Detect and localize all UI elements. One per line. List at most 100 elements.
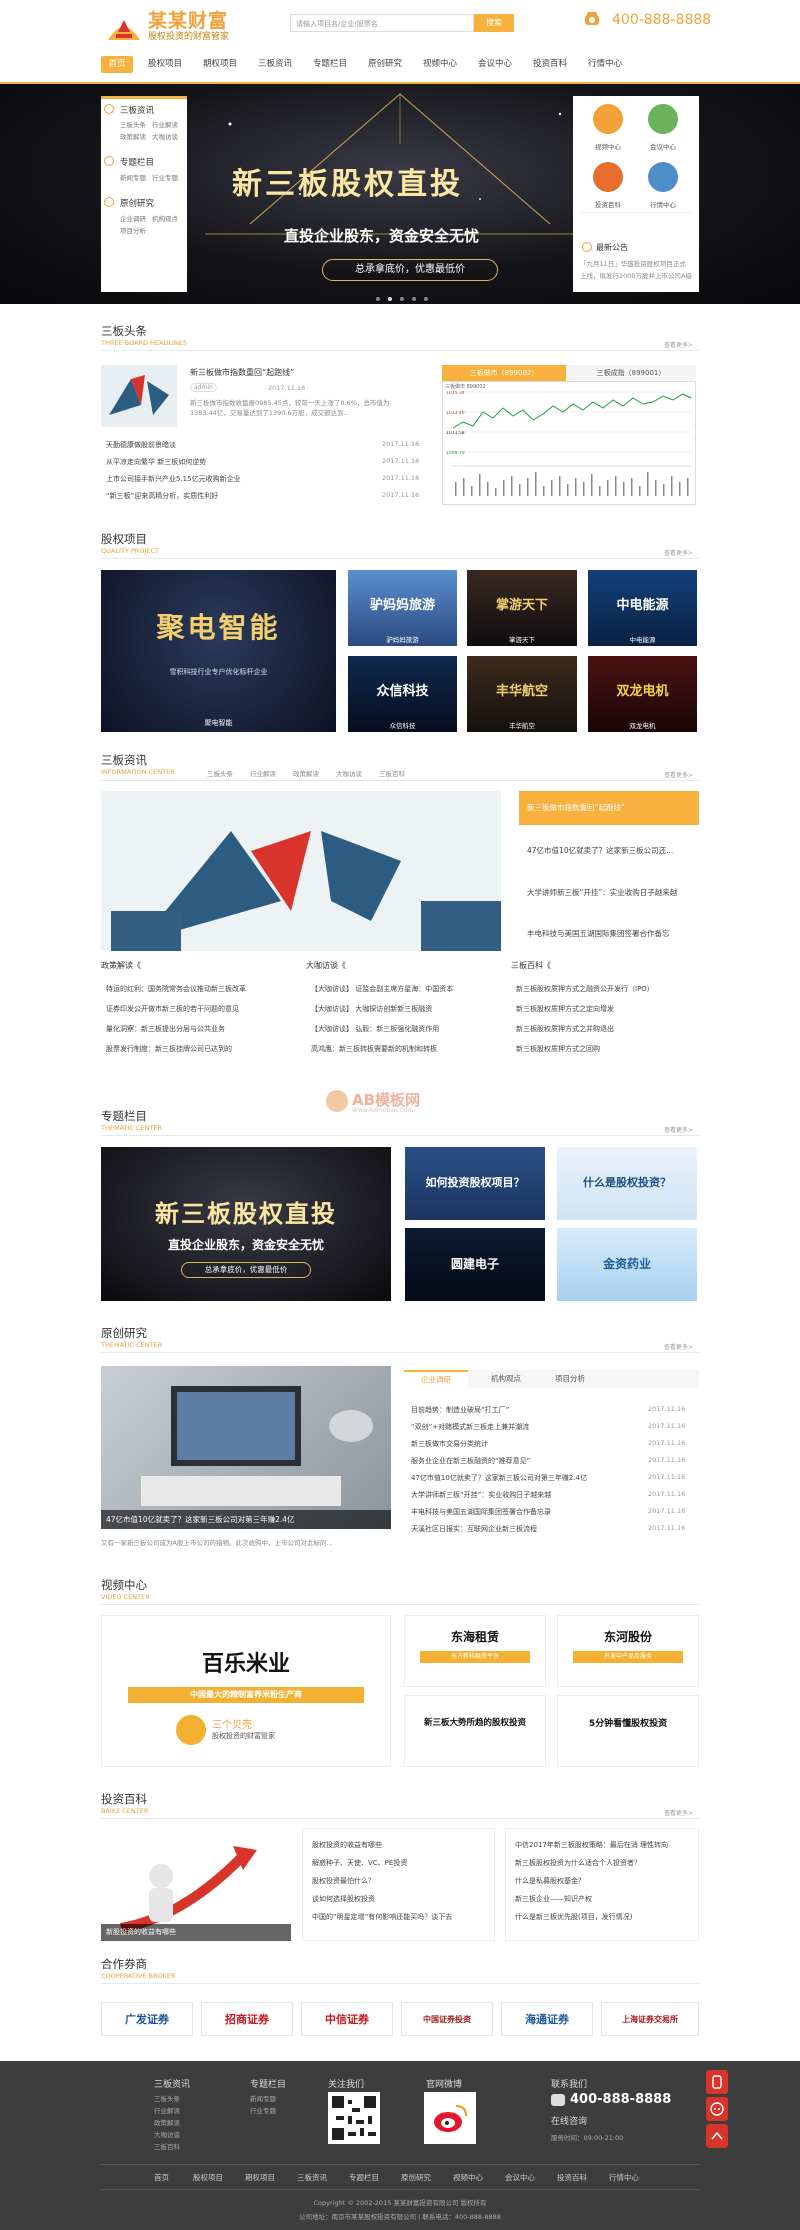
- headline-item[interactable]: 上市公司接手新兴产业5.15亿元收购新企业: [106, 474, 376, 484]
- footer-link[interactable]: 三板百科: [154, 2141, 180, 2151]
- nav-video[interactable]: 视频中心: [420, 56, 460, 73]
- footer-nav-item[interactable]: 首页: [154, 2172, 169, 2183]
- footer-col-head[interactable]: 三板资讯: [154, 2077, 190, 2090]
- lp-head-news[interactable]: 三板资讯: [120, 104, 154, 116]
- research-tab[interactable]: 机构观点: [476, 1370, 536, 1388]
- nav-options[interactable]: 期权项目: [200, 56, 240, 73]
- baike-item[interactable]: 谈如何选择股权投资: [312, 1894, 487, 1904]
- footer-nav-item[interactable]: 三板资讯: [297, 2172, 327, 2183]
- market-tab-active[interactable]: 三板做市（899002）: [442, 365, 566, 381]
- news-col-head[interactable]: 政策解读《: [101, 960, 141, 971]
- news-side-item[interactable]: 大学讲师新三板“开挂”：实业收购日子越来越: [527, 887, 699, 898]
- lp-link[interactable]: 企业调研: [120, 213, 146, 223]
- research-item[interactable]: 新三板做市交易分类统计: [411, 1439, 636, 1449]
- notice-title[interactable]: 最新公告: [596, 242, 628, 253]
- lp-link[interactable]: 行业解读: [152, 119, 178, 129]
- nav-equity[interactable]: 股权项目: [145, 56, 185, 73]
- quick-label[interactable]: 视频中心: [588, 141, 628, 151]
- banner-dot[interactable]: [388, 297, 392, 301]
- headline-item[interactable]: 天勤德康做股前景暗淡: [106, 440, 376, 450]
- quick-label[interactable]: 投资百科: [588, 199, 628, 209]
- footer-link[interactable]: 新闻专题: [250, 2093, 276, 2103]
- nav-research[interactable]: 原创研究: [365, 56, 405, 73]
- lp-link[interactable]: 政策解读: [120, 131, 146, 141]
- broker-logo[interactable]: 上海证券交易所: [601, 2002, 699, 2036]
- quick-label[interactable]: 行情中心: [643, 199, 683, 209]
- news-tab[interactable]: 政策解读: [293, 768, 319, 778]
- footer-nav-item[interactable]: 股权项目: [193, 2172, 223, 2183]
- footer-nav-item[interactable]: 行情中心: [609, 2172, 639, 2183]
- project-card-featured[interactable]: [101, 570, 336, 732]
- news-col-item[interactable]: 新三板股权质押方式之并购退出: [516, 1024, 694, 1034]
- weibo-icon[interactable]: [424, 2092, 476, 2144]
- search-input[interactable]: 请输入项目名/企业/股票名: [290, 14, 474, 32]
- quick-label[interactable]: 会议中心: [643, 141, 683, 151]
- research-item[interactable]: 天溪社区日报实：互联网企业新三板流程: [411, 1524, 636, 1534]
- lp-link[interactable]: 行业专题: [152, 172, 178, 182]
- news-col-item[interactable]: 新三板股权质押方式之定向增发: [516, 1004, 694, 1014]
- news-tab[interactable]: 三板头条: [207, 768, 233, 778]
- nav-meeting[interactable]: 会议中心: [475, 56, 515, 73]
- broker-logo[interactable]: 中国证券投资: [401, 2002, 493, 2036]
- more-link[interactable]: 查看更多>: [664, 548, 693, 557]
- baike-item[interactable]: 股权投资最怕什么？: [312, 1876, 487, 1886]
- nav-topics[interactable]: 专题栏目: [310, 56, 350, 73]
- baike-item[interactable]: 新三板股权投资为什么适合个人投资者？: [515, 1858, 693, 1868]
- headline-item[interactable]: 从平凉走向繁华 新三板如何逆势: [106, 457, 376, 467]
- research-tab[interactable]: 项目分析: [540, 1370, 600, 1388]
- banner-dot[interactable]: [424, 297, 428, 301]
- news-tab[interactable]: 行业解读: [250, 768, 276, 778]
- research-item[interactable]: 大学讲师新三板“开挂”：实业收购日子越来越: [411, 1490, 636, 1500]
- baike-item[interactable]: 中信2017年新三板股权策略：最后在消 理性转向: [515, 1840, 693, 1850]
- float-top-button[interactable]: [706, 2124, 728, 2148]
- float-chat-button[interactable]: [706, 2097, 728, 2121]
- news-col-item[interactable]: 量化洞察：新三板提出分层与公共业务: [106, 1024, 284, 1034]
- search-button[interactable]: 搜索: [474, 14, 514, 32]
- research-item[interactable]: “双创”+对赌模式新三板走上兼并潮流: [411, 1422, 636, 1432]
- broker-logo[interactable]: 海通证券: [501, 2002, 593, 2036]
- news-tab[interactable]: 三板百科: [379, 768, 405, 778]
- meeting-center-icon[interactable]: [648, 104, 678, 134]
- headline-item[interactable]: “新三板”迎来高精分析，实质性利好: [106, 491, 376, 501]
- news-col-item[interactable]: 【大咖访谈】 证监会副主席方星海：中国资本: [311, 984, 489, 994]
- banner-dot[interactable]: [412, 297, 416, 301]
- banner-dot[interactable]: [400, 297, 404, 301]
- logo-icon[interactable]: [106, 10, 142, 42]
- lp-link[interactable]: 大咖访谈: [152, 131, 178, 141]
- baike-item[interactable]: 什么是私募股权基金？: [515, 1876, 693, 1886]
- footer-nav-item[interactable]: 原创研究: [401, 2172, 431, 2183]
- more-link[interactable]: 查看更多>: [664, 1342, 693, 1351]
- broker-logo[interactable]: 招商证券: [201, 2002, 293, 2036]
- news-side-item[interactable]: 丰电科技与美国五湖国际集团签署合作备忘: [527, 928, 699, 939]
- video-card[interactable]: [404, 1695, 546, 1767]
- research-item[interactable]: 服务业企业在新三板融资的“推荐意见”: [411, 1456, 636, 1466]
- broker-logo[interactable]: 广发证券: [101, 2002, 193, 2036]
- lp-link[interactable]: 新闻专题: [120, 172, 146, 182]
- nav-news[interactable]: 三板资讯: [255, 56, 295, 73]
- more-link[interactable]: 查看更多>: [664, 770, 693, 779]
- footer-link[interactable]: 行业专题: [250, 2105, 276, 2115]
- more-link[interactable]: 查看更多>: [664, 1808, 693, 1817]
- news-tab[interactable]: 大咖访谈: [336, 768, 362, 778]
- footer-nav-item[interactable]: 期权项目: [245, 2172, 275, 2183]
- news-col-head[interactable]: 三板百科《: [511, 960, 551, 971]
- news-side-active[interactable]: 新三板做市指数重回“起跑线”: [519, 791, 699, 825]
- news-col-item[interactable]: 高鸿鹰：新三板转板需要新的机制和转板: [311, 1044, 489, 1054]
- lp-link[interactable]: 项目分析: [120, 225, 146, 235]
- footer-link[interactable]: 政策解读: [154, 2117, 180, 2127]
- footer-link[interactable]: 三板头条: [154, 2093, 180, 2103]
- research-item[interactable]: 目前趋势：制造业破局“打工厂”: [411, 1405, 636, 1415]
- headline-feature-title[interactable]: 新三板做市指数重回“起跑线”: [190, 367, 294, 378]
- baike-item[interactable]: 解惑种子、天使、VC、PE投资: [312, 1858, 487, 1868]
- news-side-item[interactable]: 47亿市值10亿就卖了？这家新三板公司还...: [527, 845, 699, 856]
- banner-dot[interactable]: [376, 297, 380, 301]
- market-tab[interactable]: 三板成指（899001）: [566, 365, 696, 381]
- footer-nav-item[interactable]: 视频中心: [453, 2172, 483, 2183]
- float-phone-button[interactable]: [706, 2070, 728, 2094]
- baike-item[interactable]: 股权投资的收益有哪些: [312, 1840, 487, 1850]
- news-col-item[interactable]: 【大咖访谈】 弘毅：新三板强化融资作用: [311, 1024, 489, 1034]
- research-item[interactable]: 47亿市值10亿就卖了？这家新三板公司对第三年赚2.4亿: [411, 1473, 636, 1483]
- lp-head-topics[interactable]: 专题栏目: [120, 156, 154, 168]
- footer-nav-item[interactable]: 专题栏目: [349, 2172, 379, 2183]
- nav-market[interactable]: 行情中心: [585, 56, 625, 73]
